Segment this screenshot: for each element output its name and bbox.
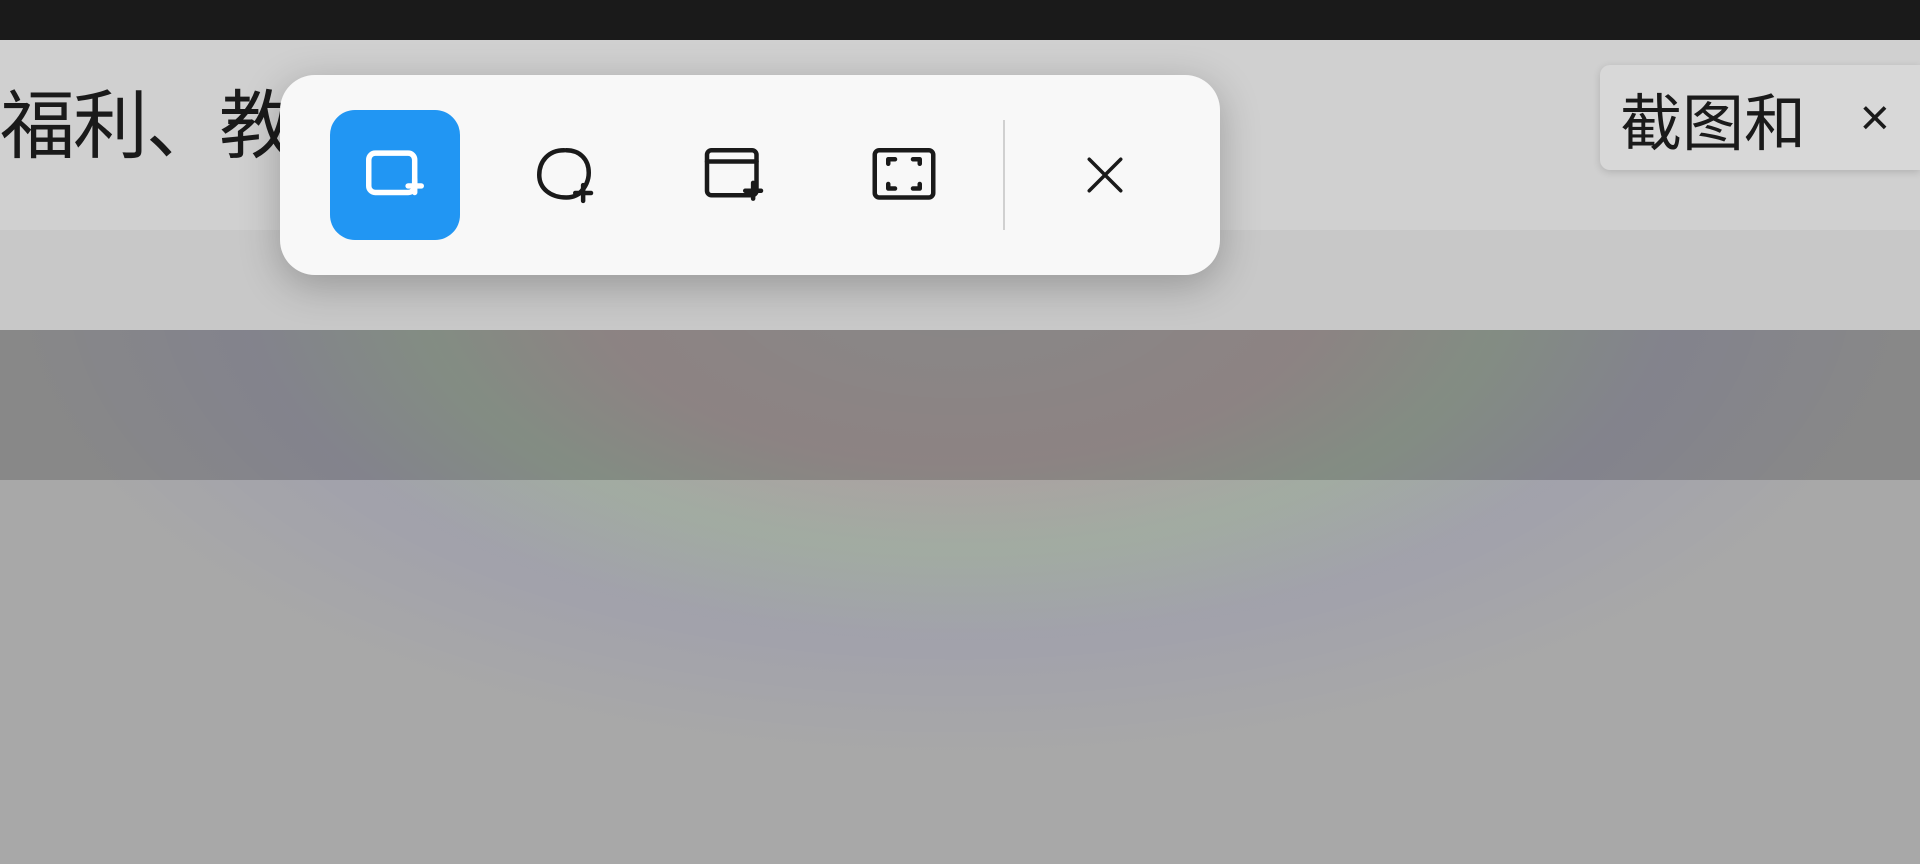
- freeform-snip-button[interactable]: [480, 105, 650, 245]
- fullscreen-snip-icon: [868, 139, 940, 211]
- freeform-snip-icon: [528, 139, 600, 211]
- screenshot-mode-toolbar: [280, 75, 1220, 275]
- toolbar-separator: [1003, 120, 1005, 230]
- fullscreen-snip-button[interactable]: [819, 105, 989, 245]
- window-snip-button[interactable]: [649, 105, 819, 245]
- rectangle-snip-button[interactable]: [330, 110, 460, 240]
- background-region-3: [0, 330, 1920, 480]
- background-region-4: [0, 480, 1920, 864]
- rectangle-snip-icon: [359, 139, 431, 211]
- window-top-border: [0, 0, 1920, 40]
- notification-panel: 截图和 ×: [1600, 65, 1920, 170]
- notification-close-button[interactable]: ×: [1850, 88, 1900, 148]
- notification-text: 截图和: [1620, 73, 1850, 163]
- toolbar-close-button[interactable]: [1020, 105, 1190, 245]
- window-snip-icon: [698, 139, 770, 211]
- close-icon: [1069, 139, 1141, 211]
